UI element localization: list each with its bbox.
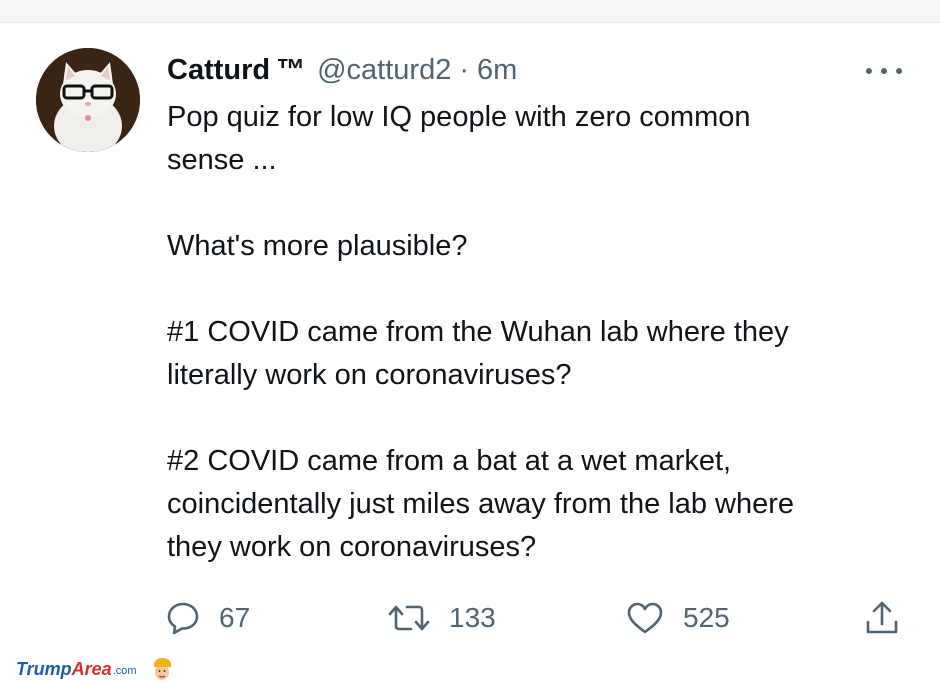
more-dot (881, 68, 887, 74)
display-name[interactable]: Catturd (167, 50, 270, 90)
heart-icon (627, 602, 663, 634)
retweet-count: 133 (449, 602, 496, 633)
tweet-line: #1 COVID came from the Wuhan lab where t… (167, 316, 789, 348)
reply-bubble-icon (167, 602, 199, 635)
more-dot (896, 68, 902, 74)
tweet-line: coincidentally just miles away from the … (167, 488, 794, 520)
cat-with-glasses-avatar-icon (36, 48, 140, 152)
user-handle[interactable]: @catturd2 (317, 50, 451, 90)
watermark-area: Area (71, 658, 112, 679)
footer: Trump Area .com (0, 656, 940, 682)
tweet-header: Catturd ™ @catturd2 · 6m (167, 50, 517, 90)
retweet-arrows-icon (388, 605, 430, 631)
reply-count: 67 (219, 602, 251, 633)
watermark-trump: Trump (16, 658, 72, 679)
cartoon-face-icon (153, 658, 171, 680)
tweet-actions: 67 133 525 (165, 598, 910, 638)
share-button[interactable] (862, 598, 902, 638)
avatar[interactable] (36, 48, 140, 152)
reply-button[interactable]: 67 (165, 598, 250, 638)
retweet-button[interactable]: 133 (387, 598, 496, 638)
separator-dot: · (459, 54, 470, 86)
trademark-symbol: ™ (276, 54, 306, 86)
share-upload-icon (866, 601, 898, 634)
tweet-line: sense ... (167, 144, 277, 176)
tweet-line: literally work on coronaviruses? (167, 359, 572, 391)
tweet-line: they work on coronaviruses? (167, 531, 537, 563)
like-count: 525 (683, 602, 730, 633)
tweet-line: Pop quiz for low IQ people with zero com… (167, 101, 751, 133)
tweet-text: Pop quiz for low IQ people with zero com… (167, 96, 907, 569)
tweet-line: What's more plausible? (167, 230, 468, 262)
more-horizontal-icon (866, 68, 872, 74)
more-options-button[interactable] (862, 58, 906, 84)
watermark-com: .com (112, 665, 137, 677)
tweet-line: #2 COVID came from a bat at a wet market… (167, 445, 732, 477)
like-button[interactable]: 525 (625, 598, 730, 638)
watermark-logo: Trump Area .com (16, 656, 173, 682)
top-strip (0, 0, 940, 23)
timestamp[interactable]: 6m (477, 50, 517, 90)
